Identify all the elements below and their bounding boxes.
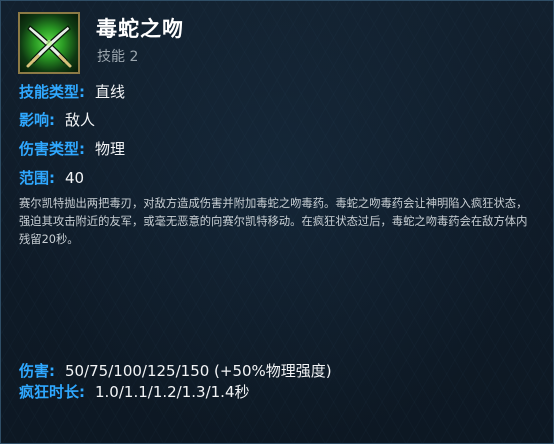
crossed-blades-graphic — [26, 25, 72, 68]
scaling-label: 疯狂时长: — [19, 383, 85, 401]
stat-value: 物理 — [95, 140, 126, 158]
ability-name: 毒蛇之吻 — [96, 17, 184, 41]
crossed-blades-icon — [18, 12, 80, 74]
stat-value: 直线 — [95, 83, 126, 101]
stat-label: 技能类型: — [19, 83, 85, 101]
stat-value: 敌人 — [65, 111, 96, 129]
stat-damage-type: 伤害类型: 物理 — [19, 138, 125, 159]
scaling-label: 伤害: — [19, 362, 55, 380]
ability-description: 赛尔凯特抛出两把毒刃，对敌方造成伤害并附加毒蛇之吻毒药。毒蛇之吻毒药会让神明陷入… — [19, 197, 528, 246]
scaling-damage: 伤害: 50/75/100/125/150 (+50%物理强度) — [19, 360, 332, 381]
scaling-frenzy-duration: 疯狂时长: 1.0/1.1/1.2/1.3/1.4秒 — [19, 381, 250, 402]
stat-ability-type: 技能类型: 直线 — [19, 81, 125, 102]
ability-tooltip: 毒蛇之吻 技能 2 技能类型: 直线 影响: 敌人 伤害类型: 物理 范围: 40 赛尔… — [0, 0, 554, 444]
scaling-value: 50/75/100/125/150 (+50%物理强度) — [65, 362, 332, 380]
scaling-value: 1.0/1.1/1.2/1.3/1.4秒 — [95, 383, 250, 401]
stat-range: 范围: 40 — [19, 167, 84, 188]
stat-label: 范围: — [19, 169, 55, 187]
stat-affects: 影响: 敌人 — [19, 109, 95, 130]
stat-label: 影响: — [19, 111, 55, 129]
stat-value: 40 — [65, 169, 85, 187]
stat-label: 伤害类型: — [19, 140, 85, 158]
ability-slot: 技能 2 — [97, 49, 139, 65]
